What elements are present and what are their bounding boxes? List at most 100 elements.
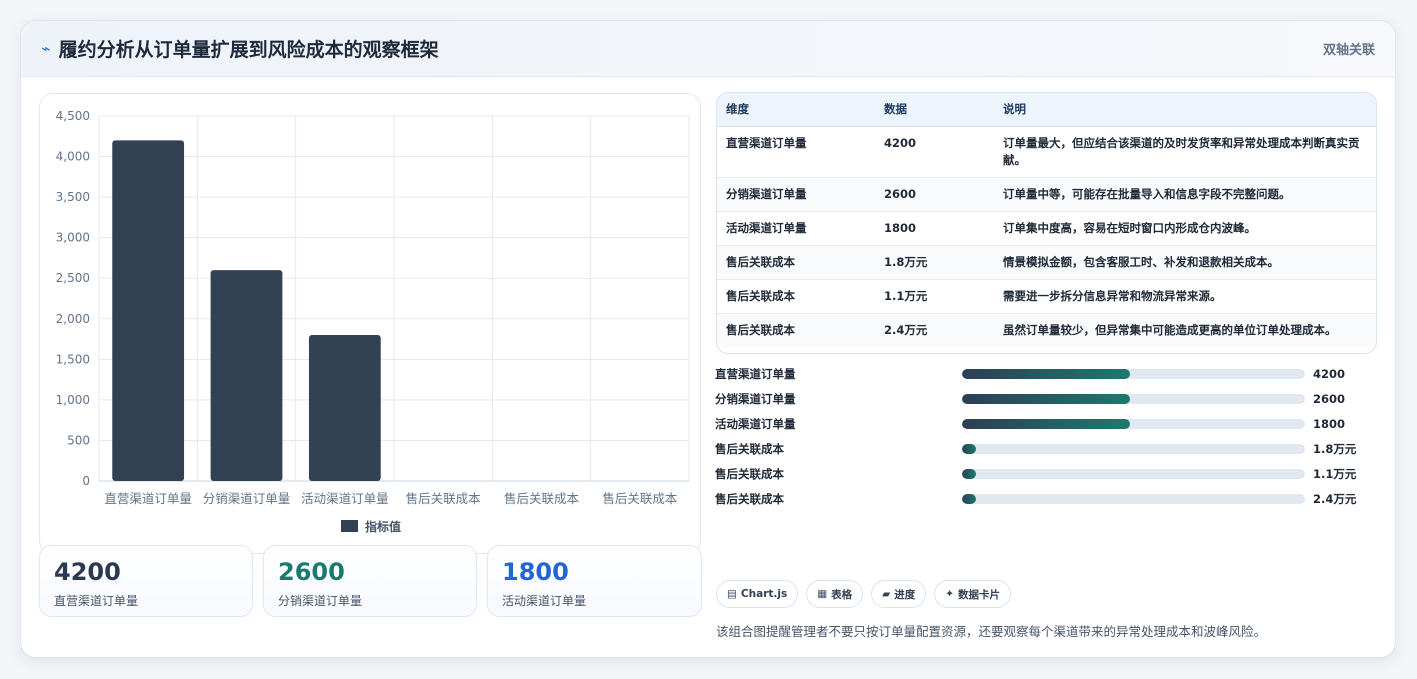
progress-label: 分销渠道订单量 <box>715 391 796 406</box>
chip-label: Chart.js <box>740 588 788 600</box>
y-tick-label: 2,000 <box>56 312 90 326</box>
chip-label: 数据卡片 <box>958 588 1001 601</box>
chart-icon: ▤ <box>727 588 737 600</box>
table-row: 分销渠道订单量 2600 订单量中等，可能存在批量导入和信息字段不完整问题。 <box>717 177 1376 212</box>
progress-fill <box>962 418 1131 429</box>
table-row: 售后关联成本 1.1万元 需要进一步拆分信息异常和物流异常来源。 <box>717 279 1376 314</box>
table-cell: 2.4万元 <box>884 322 928 337</box>
title-wrap: ⌁ 履约分析从订单量扩展到风险成本的观察框架 <box>41 35 439 62</box>
x-tick-label: 直营渠道订单量 <box>104 491 192 506</box>
kpi-label: 活动渠道订单量 <box>502 594 587 608</box>
x-tick-label: 活动渠道订单量 <box>301 491 389 506</box>
progress-label: 直营渠道订单量 <box>715 366 796 381</box>
table-cell: 售后关联成本 <box>726 322 795 337</box>
progress-row: 直营渠道订单量 4200 <box>715 361 1365 386</box>
footer-note: 该组合图提醒管理者不要只按订单量配置资源，还要观察每个渠道带来的异常处理成本和波… <box>716 624 1267 639</box>
progress-track <box>962 493 1305 504</box>
y-tick-label: 4,500 <box>56 109 90 123</box>
progress-row: 分销渠道订单量 2600 <box>715 386 1365 411</box>
x-tick-label: 售后关联成本 <box>406 491 482 506</box>
kpi-card-direct: 4200 直营渠道订单量 <box>39 545 253 617</box>
table-cell: 4200 <box>875 126 994 178</box>
chip-chartjs[interactable]: ▤ Chart.js <box>716 580 799 608</box>
table-cell: 虽然订单量较少，但异常集中可能造成更高的单位订单处理成本。 <box>1003 322 1337 337</box>
progress-value: 2.4万元 <box>1313 491 1357 506</box>
trend-line-icon: ⌁ <box>41 39 51 58</box>
progress-track <box>962 368 1305 379</box>
sparkle-icon: ✦ <box>945 588 955 600</box>
y-tick-label: 3,500 <box>56 190 90 204</box>
progress-track <box>962 418 1305 429</box>
progress-track <box>962 443 1305 454</box>
table-cell: 1.1万元 <box>875 279 994 314</box>
table-cell: 售后关联成本 <box>717 279 875 314</box>
table-cell: 1800 <box>875 211 994 246</box>
table-row: 活动渠道订单量 1800 订单集中度高，容易在短时窗口内形成仓内波峰。 <box>717 211 1376 246</box>
y-tick-label: 1,000 <box>56 393 90 407</box>
progress-list: 直营渠道订单量 4200 分销渠道订单量 2600 活动渠道订单量 1800 售… <box>715 361 1365 511</box>
page-title: 履约分析从订单量扩展到风险成本的观察框架 <box>58 39 439 61</box>
table-cell: 活动渠道订单量 <box>717 211 875 246</box>
progress-value: 1.1万元 <box>1313 466 1357 481</box>
table-cell: 2600 <box>875 177 994 212</box>
chip-progress[interactable]: ▰ 进度 <box>871 580 927 608</box>
table-cell: 订单集中度高，容易在短时窗口内形成仓内波峰。 <box>994 211 1376 246</box>
progress-row: 活动渠道订单量 1800 <box>715 411 1365 436</box>
kpi-label: 直营渠道订单量 <box>54 594 139 608</box>
x-tick-label: 售后关联成本 <box>504 491 580 506</box>
progress-value: 4200 <box>1313 366 1346 381</box>
y-tick-label: 0 <box>82 474 90 488</box>
kpi-card-distribution: 2600 分销渠道订单量 <box>263 545 477 617</box>
progress-fill <box>962 393 1131 404</box>
bar-chart-panel: 4,500 4,000 3,500 3,000 2,500 2,000 1,500 1,000… <box>39 93 701 554</box>
progress-fill <box>962 493 976 504</box>
legend-label: 指标值 <box>365 519 401 534</box>
chip-label: 表格 <box>831 588 853 601</box>
progress-track <box>962 393 1305 404</box>
y-tick-label: 500 <box>67 433 90 447</box>
x-tick-label: 分销渠道订单量 <box>203 491 291 506</box>
kpi-value: 4200 <box>54 558 121 586</box>
table: 维度 数据 说明 直营渠道订单量 4200 订单量最大，但应结合该渠道的及时发货… <box>717 93 1376 347</box>
table-cell: 1.8万元 <box>875 245 994 280</box>
dual-axis-badge: 双轴关联 <box>1322 43 1375 58</box>
progress-label: 活动渠道订单量 <box>715 416 796 431</box>
chip-label: 进度 <box>894 588 916 601</box>
bar <box>112 140 185 482</box>
table-cell: 情景模拟金额，包含客服工时、补发和退款相关成本。 <box>994 245 1376 280</box>
table-row: 直营渠道订单量 4200 订单量最大，但应结合该渠道的及时发货率和异常处理成本判… <box>717 126 1376 178</box>
bar <box>308 335 381 481</box>
data-table: 维度 数据 说明 直营渠道订单量 4200 订单量最大，但应结合该渠道的及时发货… <box>716 92 1377 354</box>
kpi-value: 2600 <box>278 558 345 586</box>
bar-chart: 4,500 4,000 3,500 3,000 2,500 2,000 1,500 1,000… <box>56 109 690 534</box>
progress-icon: ▰ <box>882 588 891 600</box>
table-icon: ▦ <box>817 588 828 600</box>
progress-label: 售后关联成本 <box>715 491 784 506</box>
table-cell: 分销渠道订单量 <box>717 177 875 212</box>
progress-value: 1800 <box>1313 416 1346 431</box>
kpi-value: 1800 <box>502 558 569 586</box>
progress-fill <box>962 368 1131 379</box>
table-cell: 订单量中等，可能存在批量导入和信息字段不完整问题。 <box>994 177 1376 212</box>
table-cell: 售后关联成本 <box>717 245 875 280</box>
progress-fill <box>962 468 976 479</box>
table-row: 售后关联成本 1.8万元 情景模拟金额，包含客服工时、补发和退款相关成本。 <box>717 245 1376 280</box>
column-header: 维度 <box>717 93 875 127</box>
table-cell: 订单量最大，但应结合该渠道的及时发货率和异常处理成本判断真实贡献。 <box>994 126 1376 178</box>
legend-swatch <box>341 520 358 532</box>
table-header-row: 维度 数据 说明 <box>717 93 1376 127</box>
table-cell: 直营渠道订单量 <box>717 126 875 178</box>
y-tick-label: 2,500 <box>56 271 90 285</box>
progress-row: 售后关联成本 2.4万元 <box>715 486 1365 511</box>
y-tick-label: 3,000 <box>56 231 90 245</box>
column-header: 说明 <box>994 93 1376 127</box>
chip-table[interactable]: ▦ 表格 <box>806 580 864 608</box>
progress-value: 1.8万元 <box>1313 441 1357 456</box>
table-row: 售后关联成本 2.4万元 虽然订单量较少，但异常集中可能造成更高的单位订单处理成… <box>717 313 1376 347</box>
chip-data-card[interactable]: ✦ 数据卡片 <box>934 580 1012 608</box>
card-header: ⌁ 履约分析从订单量扩展到风险成本的观察框架 双轴关联 <box>21 21 1395 77</box>
progress-label: 售后关联成本 <box>715 441 784 456</box>
progress-value: 2600 <box>1313 391 1346 406</box>
progress-label: 售后关联成本 <box>715 466 784 481</box>
table-cell: 需要进一步拆分信息异常和物流异常来源。 <box>994 279 1376 314</box>
